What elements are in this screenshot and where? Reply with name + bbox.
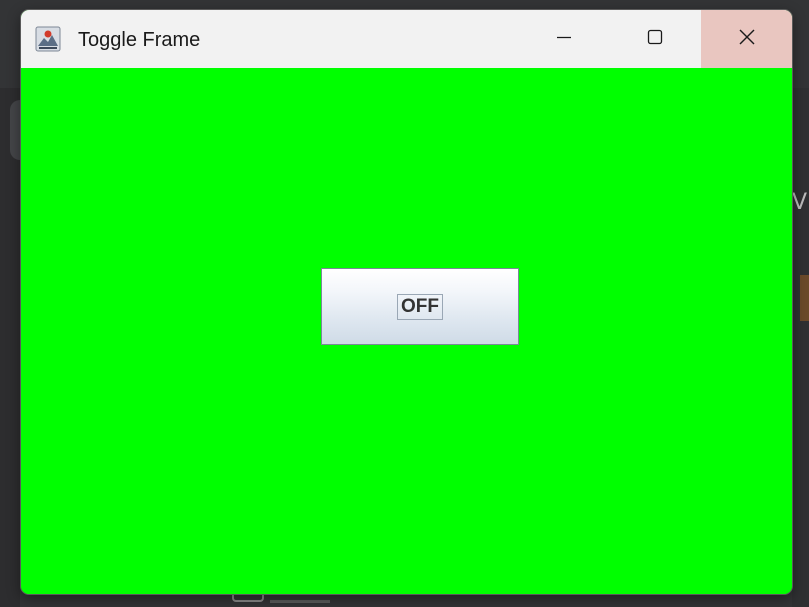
toggle-button[interactable]: OFF (321, 268, 519, 345)
toggle-button-label: OFF (397, 293, 443, 320)
maximize-button[interactable] (609, 10, 700, 68)
java-cup-icon (35, 26, 61, 52)
background-panel (0, 88, 20, 607)
maximize-icon (645, 27, 665, 52)
minimize-button[interactable] (518, 10, 609, 68)
content-pane: OFF (21, 68, 792, 594)
close-button[interactable] (701, 10, 792, 68)
window-title: Toggle Frame (78, 29, 201, 51)
close-icon (737, 27, 757, 52)
title-bar[interactable]: Toggle Frame (21, 10, 792, 68)
background-panel-right (792, 88, 809, 607)
background-letter: V (792, 190, 808, 215)
minimize-icon (554, 27, 574, 52)
toggle-frame-window: Toggle Frame OFF (21, 10, 792, 594)
background-accent (800, 275, 809, 321)
